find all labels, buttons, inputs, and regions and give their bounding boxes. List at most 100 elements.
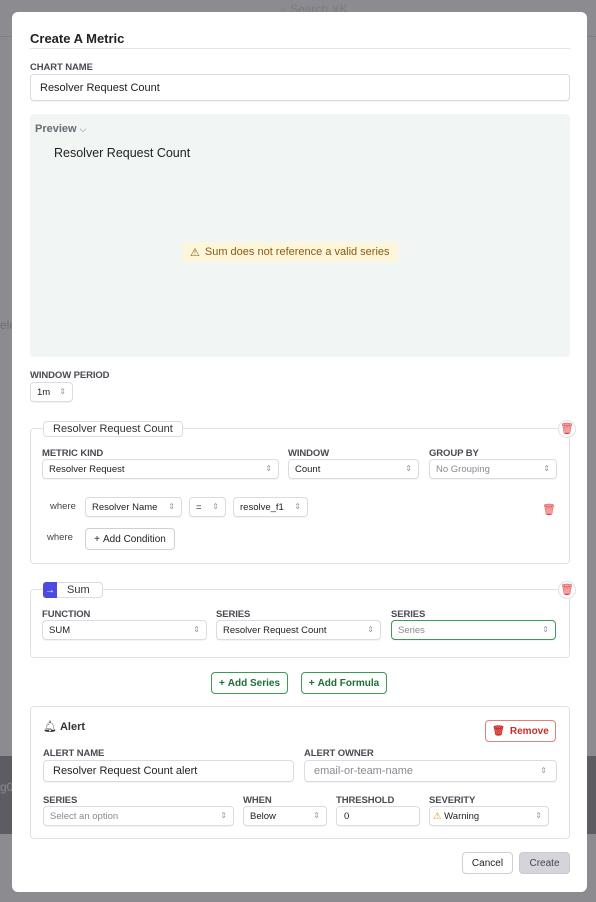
severity-value: Warning [444,810,480,822]
formula-series-2-select[interactable]: Series ⇕ [391,620,556,640]
condition-field-value: Resolver Name [92,501,158,513]
cancel-button[interactable]: Cancel [462,852,513,874]
add-series-button[interactable]: + Add Series [211,672,288,694]
condition-operator-value: = [196,501,202,513]
alert-series-label: SERIES [43,795,78,806]
condition-operator-select[interactable]: = ⇕ [189,497,226,517]
chart-name-value: Resolver Request Count [40,81,160,94]
modal-title: Create A Metric [30,31,125,46]
alert-name-label: ALERT NAME [43,748,105,759]
trash-icon: 🗑 [542,504,556,516]
add-formula-button[interactable]: + Add Formula [301,672,387,694]
when-label: WHEN [243,795,272,806]
formula-legend[interactable]: → Sum [43,582,103,598]
bell-icon: 🔔︎ [43,721,57,733]
window-select[interactable]: Count ⇕ [288,459,419,479]
remove-alert-button[interactable]: 🗑 Remove [485,720,556,742]
condition-field-select[interactable]: Resolver Name ⇕ [85,497,182,517]
chevron-updown-icon: ⇕ [542,625,549,634]
metric-kind-select[interactable]: Resolver Request ⇕ [42,459,279,479]
title-divider [30,48,570,49]
condition-value: resolve_f1 [240,501,284,513]
warning-icon: ⚠ [433,810,442,822]
where-label: where [47,532,73,543]
group-by-select[interactable]: No Grouping ⇕ [429,459,557,479]
when-value: Below [250,810,276,822]
preview-toggle[interactable]: Preview ⌵ [35,123,86,135]
create-metric-modal: Create A Metric CHART NAME Resolver Requ… [12,12,587,892]
alert-title: Alert [59,720,86,733]
chevron-updown-icon: ⇕ [212,502,219,511]
series-name-legend[interactable]: Resolver Request Count [43,421,183,437]
alert-name-input[interactable]: Resolver Request Count alert [43,760,294,782]
window-label: WINDOW [288,448,330,459]
alert-owner-select[interactable]: email-or-team-name ⇕ [304,760,557,782]
window-period-label: WINDOW PERIOD [30,370,110,381]
preview-warning: ⚠ Sum does not reference a valid series [182,242,398,262]
chevron-updown-icon: ⇕ [313,811,320,820]
chevron-updown-icon: ⇕ [168,502,175,511]
alert-name-value: Resolver Request Count alert [53,765,198,777]
formula-series-label-2: SERIES [391,609,426,620]
add-formula-label: Add Formula [317,677,380,689]
where-label: where [50,501,76,512]
chevron-updown-icon: ⇕ [220,811,227,820]
severity-label: SEVERITY [429,795,476,806]
chart-name-label: CHART NAME [30,62,93,73]
trash-icon: 🗑 [560,422,574,435]
add-series-label: Add Series [227,677,281,689]
chevron-updown-icon: ⇕ [405,464,412,473]
alert-series-select[interactable]: Select an option ⇕ [43,806,234,826]
preview-panel: Preview ⌵ Resolver Request Count ⚠ Sum d… [30,114,570,357]
create-button[interactable]: Create [519,852,570,874]
chevron-updown-icon: ⇕ [535,811,542,820]
trash-icon: 🗑 [560,583,574,596]
condition-value-select[interactable]: resolve_f1 ⇕ [233,497,308,517]
chevron-updown-icon: ⇕ [294,502,301,511]
group-by-label: GROUP BY [429,448,479,459]
when-select[interactable]: Below ⇕ [243,806,327,826]
alert-series-placeholder: Select an option [50,810,119,822]
chart-name-input[interactable]: Resolver Request Count [30,74,570,101]
series-name-text: Resolver Request Count [53,423,173,435]
formula-series-label: SERIES [216,609,251,620]
function-value: SUM [49,624,71,636]
chevron-updown-icon: ⇕ [59,387,66,396]
window-value: Count [295,463,321,475]
alert-owner-label: ALERT OWNER [304,748,374,759]
window-period-value: 1m [37,386,51,398]
threshold-input[interactable]: 0 [336,806,420,826]
alert-section: 🔔︎ Alert 🗑 Remove ALERT NAME Resolver Re… [30,706,570,839]
formula-series-2-placeholder: Series [398,624,425,636]
add-condition-button[interactable]: + Add Condition [85,528,175,550]
metric-kind-label: METRIC KIND [42,448,104,459]
chevron-updown-icon: ⇕ [265,464,272,473]
window-period-select[interactable]: 1m ⇕ [30,382,73,402]
plus-icon: + [308,677,315,689]
function-select[interactable]: SUM ⇕ [42,620,207,640]
severity-display: ⚠ Warning [433,811,479,822]
formula-series-1-select[interactable]: Resolver Request Count ⇕ [216,620,381,640]
alert-owner-placeholder: email-or-team-name [314,765,414,777]
formula-series-1-value: Resolver Request Count [223,624,327,636]
delete-condition-button[interactable]: 🗑 [542,500,556,518]
add-condition-label: Add Condition [103,533,166,545]
formula-name: Sum [67,584,90,596]
arrow-right-icon: → [43,582,57,598]
chevron-down-icon: ⌵ [79,124,87,134]
severity-select[interactable]: ⚠ Warning ⇕ [429,806,549,826]
warning-icon: ⚠ [190,246,200,259]
preview-toggle-label: Preview [35,123,77,135]
threshold-value: 0 [344,810,350,822]
delete-series-button[interactable]: 🗑 [558,420,576,438]
function-label: FUNCTION [42,609,91,620]
threshold-label: THRESHOLD [336,795,395,806]
delete-formula-button[interactable]: 🗑 [558,581,576,599]
plus-icon: + [94,533,100,545]
plus-icon: + [218,677,225,689]
preview-warning-text: Sum does not reference a valid series [204,246,390,258]
alert-heading: 🔔︎ Alert [43,720,86,734]
metric-kind-value: Resolver Request [49,463,125,475]
chevron-updown-icon: ⇕ [193,625,200,634]
chevron-updown-icon: ⇕ [540,766,547,775]
